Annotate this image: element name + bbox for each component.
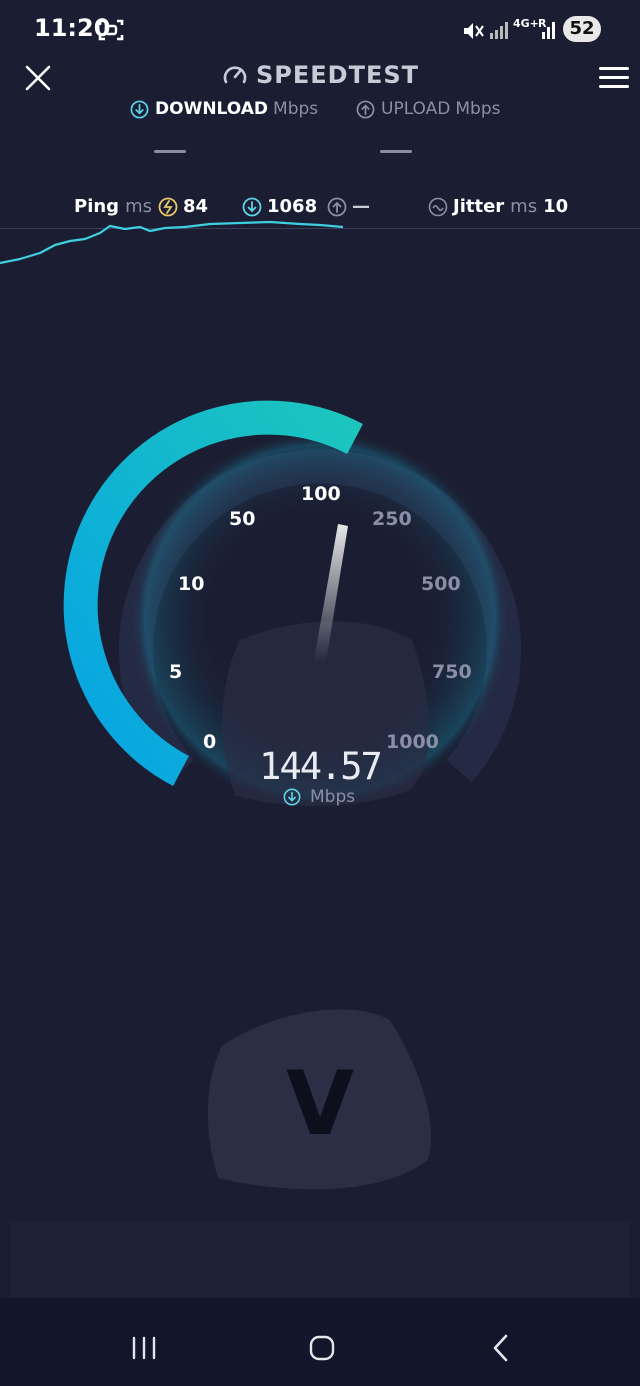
battery-badge: 52 xyxy=(563,16,601,42)
gauge-tick-250: 250 xyxy=(372,508,412,530)
download-arrow-icon xyxy=(283,788,301,806)
ping-label: Ping xyxy=(74,196,120,217)
download-value-placeholder xyxy=(154,150,186,153)
signal-icon-1 xyxy=(490,22,508,39)
ping-value: 84 xyxy=(182,196,209,217)
reading-unit: Mbps xyxy=(283,787,355,807)
gauge-tick-50: 50 xyxy=(229,508,256,530)
jitter-unit: ms xyxy=(510,196,538,217)
speedometer-icon xyxy=(223,66,247,84)
gauge-tick-5: 5 xyxy=(169,661,183,683)
upload-latency-value: — xyxy=(352,196,370,217)
menu-icon[interactable] xyxy=(599,66,629,90)
title-text: SPEEDTEST xyxy=(256,61,420,89)
upload-arrow-icon xyxy=(356,100,375,118)
download-label: DOWNLOAD xyxy=(155,99,269,119)
gauge-tick-750: 750 xyxy=(432,661,472,683)
speed-graph xyxy=(0,220,344,265)
jitter-value: 10 xyxy=(543,196,569,217)
download-arrow-icon xyxy=(242,197,262,216)
banner-area xyxy=(11,1222,629,1298)
upload-value-placeholder xyxy=(380,150,412,153)
ping-stat: Ping ms 84 xyxy=(74,196,208,217)
upload-label: UPLOAD xyxy=(381,99,451,119)
back-icon[interactable] xyxy=(481,1330,521,1366)
download-latency: 1068 xyxy=(242,196,317,217)
upload-latency: — xyxy=(327,196,370,217)
download-unit: Mbps xyxy=(273,99,319,119)
signal-icon-2 xyxy=(542,22,555,39)
gauge-tick-10: 10 xyxy=(178,573,205,595)
screenshot-icon xyxy=(98,19,124,41)
recent-apps-icon[interactable] xyxy=(124,1330,164,1366)
jitter-icon xyxy=(428,197,448,216)
ping-unit: ms xyxy=(125,196,152,217)
jitter-label: Jitter xyxy=(453,196,505,217)
speed-reading: 144.57 xyxy=(259,745,383,788)
app-title: SPEEDTEST xyxy=(222,60,419,90)
reading-unit-label: Mbps xyxy=(310,787,356,807)
watermark-letter: V xyxy=(285,1052,355,1155)
download-latency-value: 1068 xyxy=(267,196,318,217)
tab-download[interactable]: DOWNLOAD Mbps xyxy=(130,99,318,119)
download-arrow-icon xyxy=(130,100,149,118)
gauge-tick-500: 500 xyxy=(421,573,461,595)
jitter-stat: Jitter ms 10 xyxy=(428,196,568,217)
upload-arrow-icon xyxy=(327,197,347,216)
home-icon[interactable] xyxy=(302,1330,342,1366)
tab-upload[interactable]: UPLOAD Mbps xyxy=(356,99,500,119)
ping-icon xyxy=(158,197,178,216)
mute-icon xyxy=(464,23,484,39)
close-icon[interactable] xyxy=(24,64,52,92)
gauge-tick-100: 100 xyxy=(301,483,341,505)
upload-unit: Mbps xyxy=(455,99,501,119)
